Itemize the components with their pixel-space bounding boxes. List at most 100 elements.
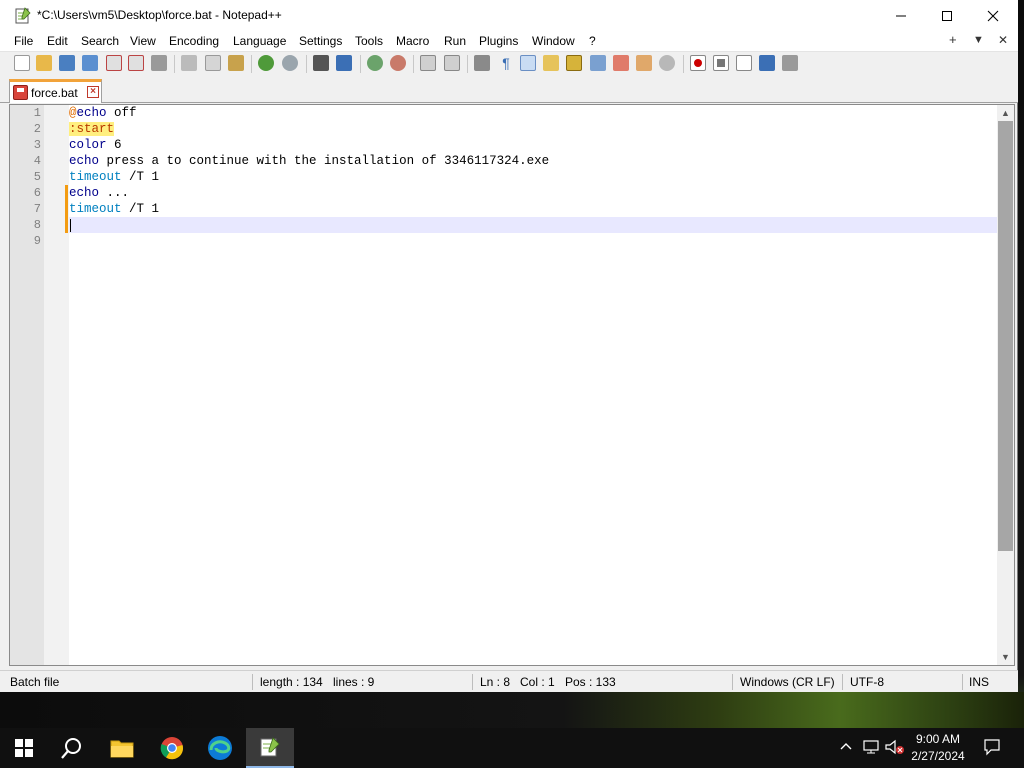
network-icon[interactable] [862, 739, 880, 758]
clock-date[interactable]: 2/27/2024 [907, 749, 969, 763]
monitoring-icon[interactable] [659, 55, 675, 71]
code-line[interactable]: echo press a to continue with the instal… [69, 153, 997, 169]
redo-icon[interactable] [282, 55, 298, 71]
editor-pane[interactable]: 123456789 @echo off:start color 6 echo pre… [9, 104, 1015, 666]
close-button[interactable] [970, 0, 1016, 31]
tab-force-bat[interactable]: force.bat × [9, 79, 102, 103]
line-number-gutter: 1 2 3 4 5 6 7 8 9 [10, 105, 44, 665]
save-icon[interactable] [59, 55, 75, 71]
indent-guide-icon[interactable] [520, 55, 536, 71]
copy-icon[interactable] [205, 55, 221, 71]
tab-label: force.bat [31, 86, 78, 100]
code-token: echo [69, 154, 100, 168]
function-list-icon[interactable] [613, 55, 629, 71]
code-area[interactable]: @echo off:start color 6 echo press a to co… [69, 105, 997, 665]
code-line[interactable] [69, 217, 997, 233]
close-file-icon[interactable] [106, 55, 122, 71]
show-hidden-icons-chevron-icon[interactable] [839, 739, 853, 756]
menu-language[interactable]: Language [233, 34, 286, 48]
menu-help[interactable]: ? [589, 34, 596, 48]
code-line[interactable]: timeout /T 1 [69, 169, 997, 185]
show-all-chars-icon[interactable]: ¶ [498, 55, 514, 71]
doc-list-icon[interactable] [590, 55, 606, 71]
stop-recording-icon[interactable] [713, 55, 729, 71]
menu-run[interactable]: Run [444, 34, 466, 48]
scroll-thumb[interactable] [998, 121, 1013, 551]
run-macro-multiple-icon[interactable] [759, 55, 775, 71]
title-bar: *C:\Users\vm5\Desktop\force.bat - Notepa… [0, 0, 1018, 31]
word-wrap-icon[interactable] [474, 55, 490, 71]
close-all-icon[interactable] [128, 55, 144, 71]
menu-file[interactable]: File [14, 34, 33, 48]
sync-vertical-icon[interactable] [420, 55, 436, 71]
find-icon[interactable] [313, 55, 329, 71]
menu-encoding[interactable]: Encoding [169, 34, 219, 48]
cut-icon[interactable] [181, 55, 197, 71]
menu-settings[interactable]: Settings [299, 34, 342, 48]
replace-icon[interactable] [336, 55, 352, 71]
save-macro-icon[interactable] [782, 55, 798, 71]
undo-icon[interactable] [258, 55, 274, 71]
save-all-icon[interactable] [82, 55, 98, 71]
status-bar: Batch file length : 134 lines : 9 Ln : 8… [0, 670, 1018, 692]
minimize-button[interactable] [878, 0, 924, 31]
status-eol[interactable]: Windows (CR LF) [740, 675, 835, 689]
tab-close-icon[interactable]: × [87, 86, 99, 98]
notepadpp-taskbar-button[interactable] [246, 728, 294, 768]
code-line[interactable]: echo ... [69, 185, 997, 201]
open-file-icon[interactable] [36, 55, 52, 71]
menu-macro[interactable]: Macro [396, 34, 429, 48]
scroll-up-arrow-icon[interactable]: ▲ [997, 105, 1014, 121]
status-column: Col : 1 [520, 675, 555, 689]
file-explorer-button[interactable] [98, 728, 146, 768]
status-line: Ln : 8 [480, 675, 511, 689]
code-line[interactable]: :start [69, 121, 997, 137]
user-language-icon[interactable] [543, 55, 559, 71]
code-line[interactable]: @echo off [69, 105, 997, 121]
chrome-button[interactable] [148, 728, 196, 768]
action-center-icon[interactable] [983, 738, 1001, 759]
menu-search[interactable]: Search [81, 34, 119, 48]
new-file-icon[interactable] [14, 55, 30, 71]
notepadpp-icon [260, 737, 280, 757]
window-title: *C:\Users\vm5\Desktop\force.bat - Notepa… [37, 8, 282, 22]
maximize-button[interactable] [924, 0, 970, 31]
tab-list-dropdown-button[interactable]: ▼ [973, 34, 984, 46]
menu-window[interactable]: Window [532, 34, 575, 48]
code-token: timeout [69, 170, 122, 184]
folder-workspace-icon[interactable] [636, 55, 652, 71]
start-button[interactable] [0, 728, 48, 768]
record-macro-icon[interactable] [690, 55, 706, 71]
scroll-down-arrow-icon[interactable]: ▼ [997, 649, 1014, 665]
code-line[interactable] [69, 233, 997, 249]
new-tab-plus-button[interactable]: + [949, 32, 957, 47]
status-insert-mode[interactable]: INS [969, 675, 989, 689]
close-document-button[interactable]: ✕ [998, 33, 1008, 47]
search-button[interactable] [48, 728, 96, 768]
vertical-scrollbar[interactable]: ▲ ▼ [997, 105, 1014, 665]
code-line[interactable]: timeout /T 1 [69, 201, 997, 217]
clock-time[interactable]: 9:00 AM [913, 732, 963, 746]
zoom-in-icon[interactable] [367, 55, 383, 71]
line-number: 5 [33, 170, 41, 184]
menu-edit[interactable]: Edit [47, 34, 68, 48]
status-lines: lines : 9 [333, 675, 375, 689]
status-separator [732, 674, 733, 690]
menu-view[interactable]: View [130, 34, 156, 48]
zoom-out-icon[interactable] [390, 55, 406, 71]
paste-icon[interactable] [228, 55, 244, 71]
line-number: 6 [33, 186, 41, 200]
sync-horizontal-icon[interactable] [444, 55, 460, 71]
status-encoding[interactable]: UTF-8 [850, 675, 884, 689]
volume-muted-icon[interactable] [884, 739, 904, 758]
edge-button[interactable] [196, 728, 244, 768]
doc-map-icon[interactable] [566, 55, 582, 71]
code-line[interactable]: color 6 [69, 137, 997, 153]
notepadpp-icon [15, 7, 31, 24]
status-length: length : 134 [260, 675, 323, 689]
menu-tools[interactable]: Tools [355, 34, 383, 48]
code-token: echo [69, 186, 100, 200]
print-icon[interactable] [151, 55, 167, 71]
menu-plugins[interactable]: Plugins [479, 34, 518, 48]
playback-macro-icon[interactable] [736, 55, 752, 71]
